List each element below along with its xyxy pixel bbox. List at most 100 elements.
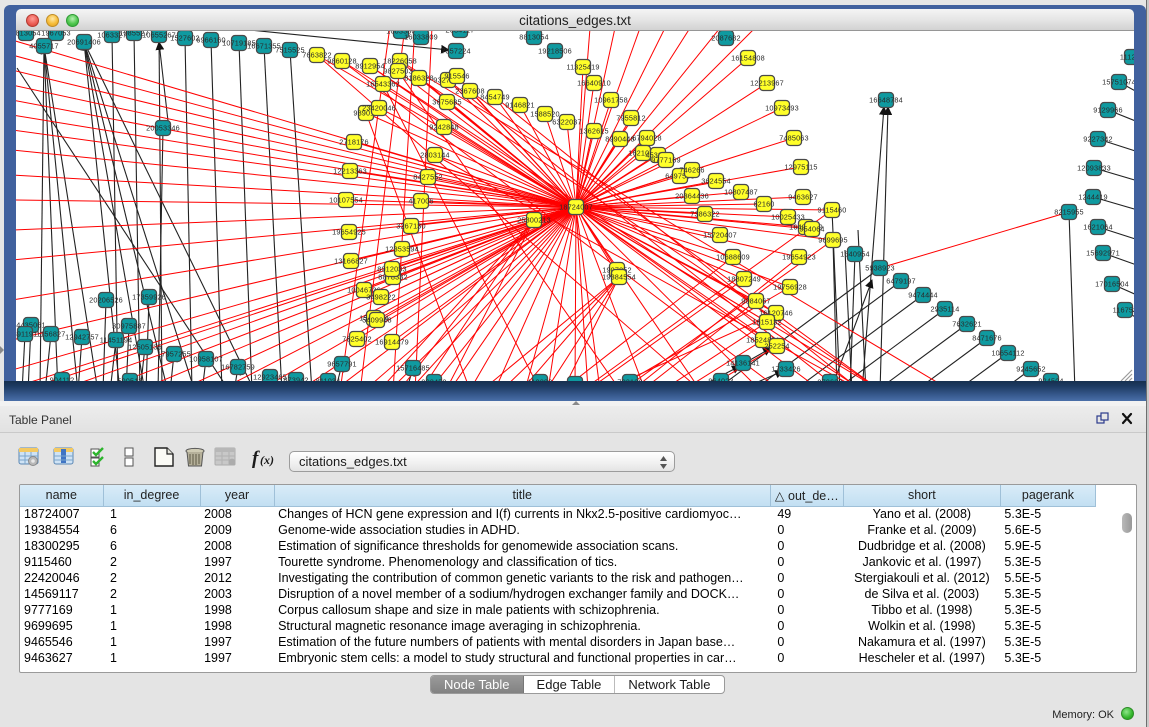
svg-text:16782759: 16782759 xyxy=(221,363,255,372)
svg-text:13166827: 13166827 xyxy=(334,257,368,266)
svg-text:2718176: 2718176 xyxy=(339,138,368,147)
svg-text:19654925: 19654925 xyxy=(332,228,366,237)
svg-text:18724007: 18724007 xyxy=(559,203,593,212)
svg-text:3675685: 3675685 xyxy=(432,98,461,107)
svg-text:19654923: 19654923 xyxy=(782,253,816,262)
svg-text:7485063: 7485063 xyxy=(779,134,808,143)
svg-text:1621064: 1621064 xyxy=(1083,223,1112,232)
svg-text:7632621: 7632621 xyxy=(952,320,981,329)
svg-text:12213967: 12213967 xyxy=(750,79,784,88)
svg-text:25300213: 25300213 xyxy=(517,216,551,225)
svg-text:12975115: 12975115 xyxy=(784,163,817,172)
svg-text:6322037: 6322037 xyxy=(552,118,581,127)
svg-text:111240: 111240 xyxy=(1120,53,1134,62)
svg-text:2803144: 2803144 xyxy=(420,151,449,160)
svg-text:4055717: 4055717 xyxy=(29,42,58,51)
svg-text:252254: 252254 xyxy=(764,342,789,351)
svg-text:18807249: 18807249 xyxy=(727,275,761,284)
svg-text:12093833: 12093833 xyxy=(1077,164,1111,173)
svg-text:14136141: 14136141 xyxy=(726,359,760,368)
svg-text:9657791: 9657791 xyxy=(327,360,356,369)
svg-text:62160: 62160 xyxy=(753,200,774,209)
svg-text:10958107: 10958107 xyxy=(189,355,223,364)
svg-text:6794028: 6794028 xyxy=(632,134,661,143)
svg-text:17359926: 17359926 xyxy=(132,293,166,302)
svg-text:9860128: 9860128 xyxy=(327,57,356,66)
svg-text:(x): (x) xyxy=(260,453,274,467)
svg-text:19384554: 19384554 xyxy=(602,273,636,282)
svg-text:9463627: 9463627 xyxy=(788,193,817,202)
svg-text:417006: 417006 xyxy=(408,197,433,206)
svg-text:10107554: 10107554 xyxy=(329,196,363,205)
svg-text:7955812: 7955812 xyxy=(616,114,645,123)
svg-text:8813054: 8813054 xyxy=(16,31,41,38)
svg-text:15751074: 15751074 xyxy=(1102,78,1134,87)
svg-text:116753: 116753 xyxy=(1113,306,1134,315)
svg-text:16648784: 16648784 xyxy=(869,96,903,105)
svg-text:954064: 954064 xyxy=(799,225,824,234)
svg-text:10961758: 10961758 xyxy=(594,96,628,105)
svg-text:9146821: 9146821 xyxy=(505,101,534,110)
svg-text:7357224: 7357224 xyxy=(441,47,470,56)
svg-text:5409948: 5409948 xyxy=(362,316,391,325)
svg-text:16154808: 16154808 xyxy=(731,54,765,63)
svg-text:391191: 391191 xyxy=(16,330,37,339)
svg-text:8471676: 8471676 xyxy=(972,334,1001,343)
svg-text:f: f xyxy=(252,448,260,469)
svg-text:8912033: 8912033 xyxy=(377,265,406,274)
svg-text:7515525: 7515525 xyxy=(275,46,304,55)
svg-text:9242848: 9242848 xyxy=(429,123,458,132)
svg-text:20364436: 20364436 xyxy=(675,192,709,201)
svg-text:9245652: 9245652 xyxy=(1016,365,1045,374)
svg-text:9474444: 9474444 xyxy=(908,291,937,300)
svg-text:3498222: 3498222 xyxy=(366,293,395,302)
svg-text:746266: 746266 xyxy=(679,166,704,175)
svg-text:16033809: 16033809 xyxy=(404,33,438,42)
svg-text:12942757: 12942757 xyxy=(65,333,99,342)
svg-text:16914479: 16914479 xyxy=(375,338,409,347)
svg-text:17016504: 17016504 xyxy=(1095,280,1129,289)
svg-text:7625402: 7625402 xyxy=(342,335,371,344)
svg-text:3624554: 3624554 xyxy=(701,177,730,186)
svg-text:2087682: 2087682 xyxy=(711,34,740,43)
svg-text:16640910: 16640910 xyxy=(577,79,611,88)
svg-text:1640954: 1640954 xyxy=(840,250,869,259)
svg-text:8186328: 8186328 xyxy=(404,74,433,83)
svg-text:8427552: 8427552 xyxy=(413,173,442,182)
svg-text:11325419: 11325419 xyxy=(566,63,599,72)
svg-text:8215955: 8215955 xyxy=(1054,208,1083,217)
svg-text:10973493: 10973493 xyxy=(765,104,799,113)
svg-text:23420046: 23420046 xyxy=(362,104,396,113)
svg-text:8990448: 8990448 xyxy=(605,135,634,144)
svg-text:9777169: 9777169 xyxy=(651,156,680,165)
svg-text:20206526: 20206526 xyxy=(89,296,123,305)
svg-text:9699695: 9699695 xyxy=(818,236,847,245)
svg-text:6479197: 6479197 xyxy=(886,277,915,286)
svg-text:10688609: 10688609 xyxy=(716,253,750,262)
svg-text:12353594: 12353594 xyxy=(385,245,419,254)
svg-text:1156827: 1156827 xyxy=(37,330,66,339)
svg-text:20053346: 20053346 xyxy=(146,124,180,133)
svg-text:12213363: 12213363 xyxy=(333,167,367,176)
svg-text:2084117: 2084117 xyxy=(446,31,475,35)
svg-text:9084067: 9084067 xyxy=(741,297,770,306)
svg-text:3267130: 3267130 xyxy=(396,222,425,231)
svg-text:9115460: 9115460 xyxy=(818,206,847,215)
svg-text:8912954: 8912954 xyxy=(355,62,384,71)
svg-text:5938923: 5938923 xyxy=(865,264,894,273)
svg-text:19218506: 19218506 xyxy=(538,47,572,56)
svg-text:19756928: 19756928 xyxy=(773,283,807,292)
svg-text:15716485: 15716485 xyxy=(396,364,430,373)
svg-text:30975887: 30975887 xyxy=(112,322,146,331)
svg-text:16543362: 16543362 xyxy=(366,80,400,89)
svg-text:15692971: 15692971 xyxy=(1086,249,1120,258)
svg-text:2935114: 2935114 xyxy=(931,305,960,314)
svg-text:8813054: 8813054 xyxy=(519,33,548,42)
svg-text:1244419: 1244419 xyxy=(1078,193,1107,202)
svg-text:9227342: 9227342 xyxy=(1083,135,1112,144)
svg-text:9129966: 9129966 xyxy=(1093,106,1122,115)
svg-text:17957255: 17957255 xyxy=(157,350,191,359)
svg-text:15720407: 15720407 xyxy=(703,231,737,240)
svg-text:20691406: 20691406 xyxy=(67,38,101,47)
svg-text:1615132: 1615132 xyxy=(752,318,781,327)
